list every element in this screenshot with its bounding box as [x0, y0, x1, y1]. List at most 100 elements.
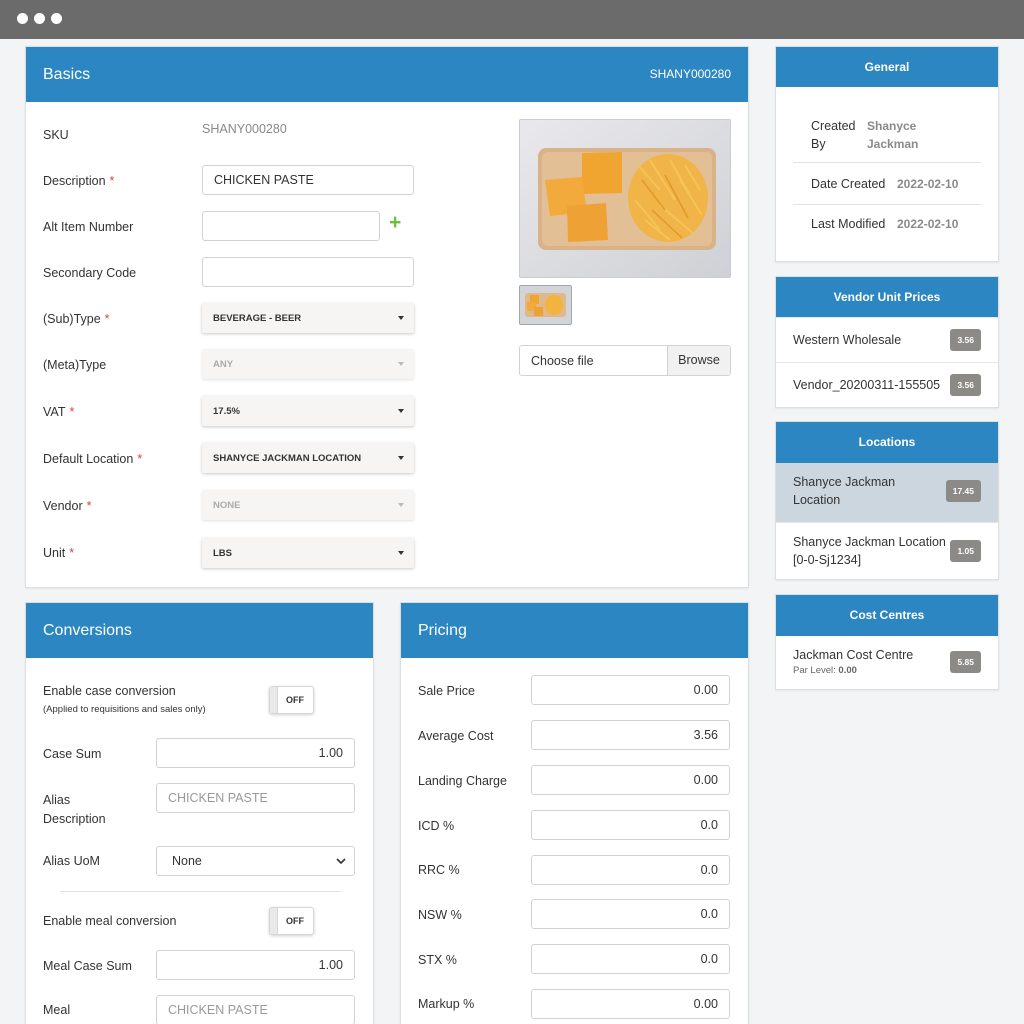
case-conversion-toggle[interactable]: OFF: [269, 686, 314, 714]
metatype-label: (Meta)Type: [43, 358, 107, 372]
location-item[interactable]: Shanyce Jackman Location [0-0-Sj1234] 1.0…: [776, 522, 998, 580]
unit-label: Unit *: [43, 546, 75, 560]
chevron-down-icon: [398, 409, 404, 413]
unit-select[interactable]: LBS: [202, 538, 414, 568]
cost-centres-panel: Cost Centres Jackman Cost Centre Par Lev…: [775, 594, 999, 690]
rrc-label: RRC %: [418, 863, 460, 877]
pricing-title: Pricing: [418, 622, 467, 639]
average-cost-input[interactable]: 3.56: [531, 720, 730, 750]
rrc-input[interactable]: 0.0: [531, 855, 730, 885]
alias-description-label: Alias Description: [43, 793, 106, 826]
file-picker[interactable]: Choose file Browse: [519, 345, 731, 376]
window-control-dot[interactable]: [34, 13, 45, 24]
alt-item-label: Alt Item Number: [43, 220, 134, 234]
enable-case-label: Enable case conversion: [43, 684, 176, 698]
created-by-label: Created By: [811, 119, 856, 151]
default-location-select[interactable]: SHANYCE JACKMAN LOCATION: [202, 443, 414, 473]
alias-uom-label: Alias UoM: [43, 854, 100, 868]
case-sum-label: Case Sum: [43, 747, 102, 761]
metatype-select[interactable]: ANY: [202, 349, 414, 379]
vendor-price-item[interactable]: Western Wholesale 3.56: [776, 317, 998, 362]
vat-select[interactable]: 17.5%: [202, 396, 414, 426]
meal-case-sum-label: Meal Case Sum: [43, 959, 132, 973]
icd-input[interactable]: 0.0: [531, 810, 730, 840]
icd-label: ICD %: [418, 819, 455, 833]
pricing-header: Pricing: [401, 603, 748, 658]
conversions-header: Conversions: [26, 603, 373, 658]
enable-meal-label: Enable meal conversion: [43, 914, 177, 928]
vendor-prices-header: Vendor Unit Prices: [776, 277, 998, 317]
product-thumbnail[interactable]: [519, 285, 572, 325]
chevron-down-icon: [398, 362, 404, 366]
sale-price-input[interactable]: 0.00: [531, 675, 730, 705]
basics-panel: Basics SHANY000280 SKU SHANY000280 Descr…: [25, 46, 749, 588]
vendor-name: Western Wholesale: [793, 333, 902, 347]
description-label: Description *: [43, 174, 115, 188]
basics-sku-header: SHANY000280: [649, 67, 731, 81]
meal-description-input[interactable]: CHICKEN PASTE: [156, 995, 355, 1024]
location-name: Shanyce Jackman Location: [793, 475, 896, 507]
stx-input[interactable]: 0.0: [531, 944, 730, 974]
vendor-label: Vendor *: [43, 499, 92, 513]
description-input[interactable]: CHICKEN PASTE: [202, 165, 414, 195]
cost-centre-badge: 5.85: [950, 651, 981, 673]
alias-uom-select[interactable]: None: [156, 846, 355, 876]
conversions-title: Conversions: [43, 622, 132, 639]
landing-charge-input[interactable]: 0.00: [531, 765, 730, 795]
date-created-label: Date Created: [811, 177, 886, 191]
chevron-down-icon: [398, 456, 404, 460]
add-icon[interactable]: +: [389, 211, 401, 235]
secondary-code-label: Secondary Code: [43, 266, 137, 280]
alias-description-input[interactable]: CHICKEN PASTE: [156, 783, 355, 813]
window-control-dot[interactable]: [51, 13, 62, 24]
vendor-prices-panel: Vendor Unit Prices Western Wholesale 3.5…: [775, 276, 999, 408]
subtype-label: (Sub)Type *: [43, 312, 110, 326]
price-badge: 3.56: [950, 374, 981, 396]
conversions-panel: Conversions Enable case conversion (Appl…: [25, 602, 374, 1024]
browse-button[interactable]: Browse: [667, 346, 730, 375]
vendor-price-item[interactable]: Vendor_20200311-155505 3.56: [776, 362, 998, 408]
secondary-code-input[interactable]: [202, 257, 414, 287]
markup-label: Markup %: [418, 997, 475, 1011]
chevron-down-icon: [398, 503, 404, 507]
locations-panel: Locations Shanyce Jackman Location 17.45 …: [775, 421, 999, 580]
landing-charge-label: Landing Charge: [418, 774, 507, 788]
meal-description-label: Meal: [43, 1003, 71, 1017]
last-modified-value: 2022-02-10: [897, 217, 959, 231]
location-name: Shanyce Jackman Location [0-0-Sj1234]: [793, 535, 946, 567]
nsw-label: NSW %: [418, 908, 462, 922]
location-badge: 17.45: [945, 480, 981, 502]
vendor-name: Vendor_20200311-155505: [793, 378, 941, 392]
sku-value: SHANY000280: [202, 122, 287, 136]
chevron-down-icon: [398, 316, 404, 320]
meal-case-sum-input[interactable]: 1.00: [156, 950, 355, 980]
nsw-input[interactable]: 0.0: [531, 899, 730, 929]
locations-header: Locations: [776, 422, 998, 463]
general-panel: General Created By Shanyce Jackman Date Cr…: [775, 46, 999, 262]
general-header: General: [776, 47, 998, 87]
location-badge: 1.05: [950, 540, 981, 562]
chevron-down-icon: [398, 551, 404, 555]
par-level: Par Level: 0.00: [793, 665, 857, 676]
created-by-value: Shanyce Jackman: [867, 119, 919, 151]
markup-input[interactable]: 0.00: [531, 989, 730, 1019]
case-sum-input[interactable]: 1.00: [156, 738, 355, 768]
divider: [60, 891, 341, 892]
cost-centre-name: Jackman Cost Centre: [793, 648, 914, 662]
average-cost-label: Average Cost: [418, 729, 494, 743]
location-item-selected[interactable]: Shanyce Jackman Location 17.45: [776, 463, 998, 522]
window-control-dot[interactable]: [17, 13, 28, 24]
cost-centre-item[interactable]: Jackman Cost Centre Par Level: 0.00 5.85: [776, 636, 998, 690]
pricing-panel: Pricing Sale Price 0.00 Average Cost 3.5…: [400, 602, 749, 1024]
subtype-select[interactable]: BEVERAGE - BEER: [202, 303, 414, 333]
vat-label: VAT *: [43, 405, 75, 419]
meal-conversion-toggle[interactable]: OFF: [269, 907, 314, 935]
price-badge: 3.56: [950, 329, 981, 351]
divider: [793, 204, 981, 205]
alt-item-input[interactable]: [202, 211, 380, 241]
window-titlebar: [0, 0, 1024, 39]
date-created-value: 2022-02-10: [897, 177, 959, 191]
stx-label: STX %: [418, 953, 457, 967]
vendor-select[interactable]: NONE: [202, 490, 414, 520]
chevron-down-icon: [336, 858, 346, 865]
